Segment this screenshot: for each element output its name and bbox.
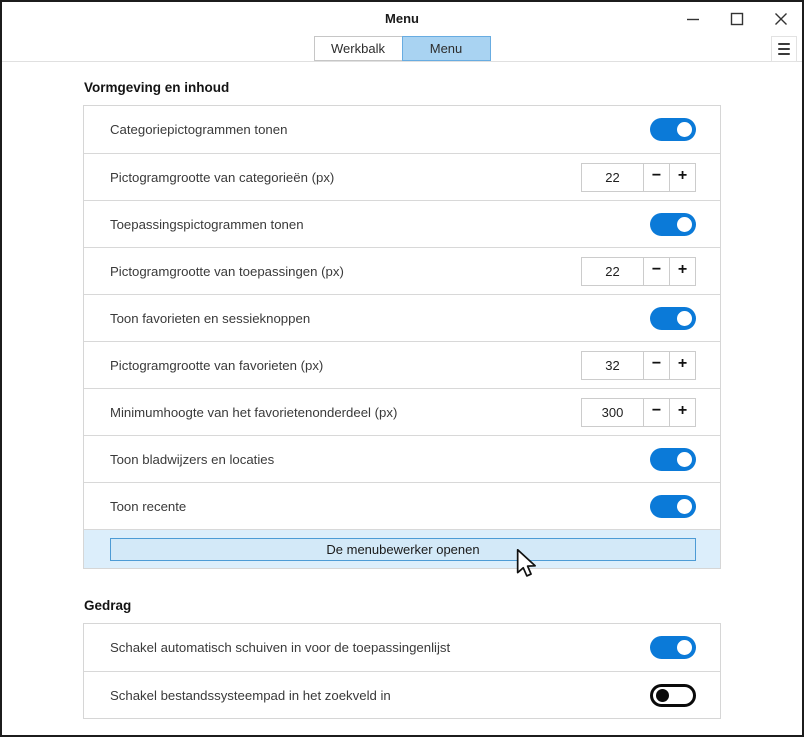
settings-row: Schakel automatisch schuiven in voor de … [84,624,720,671]
settings-row: Toon bladwijzers en locaties [84,435,720,482]
settings-row: De menubewerker openen [84,529,720,568]
setting-label: Minimumhoogte van het favorietenonderdee… [110,405,581,420]
spinner-increase-button[interactable]: + [670,398,696,427]
spinner-control: 300−+ [581,398,696,427]
settings-row: Pictogramgrootte van favorieten (px)32−+ [84,341,720,388]
spinner-decrease-button[interactable]: − [644,257,670,286]
spinner-increase-button[interactable]: + [670,257,696,286]
setting-label: Schakel bestandssysteempad in het zoekve… [110,688,650,703]
toggle-knob [677,217,692,232]
settings-row: Schakel bestandssysteempad in het zoekve… [84,671,720,718]
setting-label: Categoriepictogrammen tonen [110,122,650,137]
window-controls [686,2,788,35]
toggle-knob [677,122,692,137]
toggle-switch[interactable] [650,448,696,471]
toggle-knob [677,452,692,467]
section-gedrag: Gedrag Schakel automatisch schuiven in v… [83,599,721,719]
setting-label: Pictogramgrootte van favorieten (px) [110,358,581,373]
setting-label: Toepassingspictogrammen tonen [110,217,650,232]
maximize-button[interactable] [730,12,744,26]
settings-row: Toepassingspictogrammen tonen [84,200,720,247]
spinner-value[interactable]: 22 [581,163,644,192]
titlebar[interactable]: Menu [2,2,802,35]
toggle-switch[interactable] [650,118,696,141]
setting-label: Pictogramgrootte van toepassingen (px) [110,264,581,279]
toggle-switch[interactable] [650,495,696,518]
toggle-knob [656,689,669,702]
spinner-value[interactable]: 32 [581,351,644,380]
toggle-knob [677,640,692,655]
settings-row: Toon recente [84,482,720,529]
spinner-value[interactable]: 300 [581,398,644,427]
toggle-switch[interactable] [650,213,696,236]
settings-list: Categoriepictogrammen tonen Pictogramgroo… [83,105,721,569]
toggle-switch[interactable] [650,636,696,659]
toggle-switch[interactable] [650,684,696,707]
spinner-increase-button[interactable]: + [670,163,696,192]
tab-menu[interactable]: Menu [402,36,491,61]
settings-row: Pictogramgrootte van toepassingen (px)22… [84,247,720,294]
toggle-switch[interactable] [650,307,696,330]
settings-row: Minimumhoogte van het favorietenonderdee… [84,388,720,435]
settings-content: Vormgeving en inhoud Categoriepictogramm… [2,81,802,719]
settings-window: Menu Werkbalk Menu Vormgeving en inhoud [0,0,804,737]
tab-werkbalk[interactable]: Werkbalk [314,36,403,61]
settings-row: Pictogramgrootte van categorieën (px)22−… [84,153,720,200]
spinner-decrease-button[interactable]: − [644,163,670,192]
tab-bar: Werkbalk Menu [2,36,802,61]
section-heading: Vormgeving en inhoud [84,81,721,95]
settings-row: Categoriepictogrammen tonen [84,106,720,153]
spinner-control: 32−+ [581,351,696,380]
minimize-button[interactable] [686,12,700,26]
settings-list: Schakel automatisch schuiven in voor de … [83,623,721,719]
setting-label: Schakel automatisch schuiven in voor de … [110,640,650,655]
setting-label: Toon favorieten en sessieknoppen [110,311,650,326]
spinner-increase-button[interactable]: + [670,351,696,380]
spinner-control: 22−+ [581,257,696,286]
spinner-control: 22−+ [581,163,696,192]
setting-label: Toon recente [110,499,650,514]
hamburger-icon [778,43,790,46]
setting-label: Toon bladwijzers en locaties [110,452,650,467]
settings-row: Toon favorieten en sessieknoppen [84,294,720,341]
spinner-value[interactable]: 22 [581,257,644,286]
close-button[interactable] [774,12,788,26]
setting-label: Pictogramgrootte van categorieën (px) [110,170,581,185]
section-heading: Gedrag [84,599,721,613]
window-header: Menu Werkbalk Menu [2,2,802,62]
window-title: Menu [385,11,419,26]
section-vormgeving-en-inhoud: Vormgeving en inhoud Categoriepictogramm… [83,81,721,569]
toggle-knob [677,499,692,514]
open-menu-editor-button[interactable]: De menubewerker openen [110,538,696,561]
spinner-decrease-button[interactable]: − [644,351,670,380]
toggle-knob [677,311,692,326]
spinner-decrease-button[interactable]: − [644,398,670,427]
hamburger-menu-button[interactable] [771,36,797,62]
